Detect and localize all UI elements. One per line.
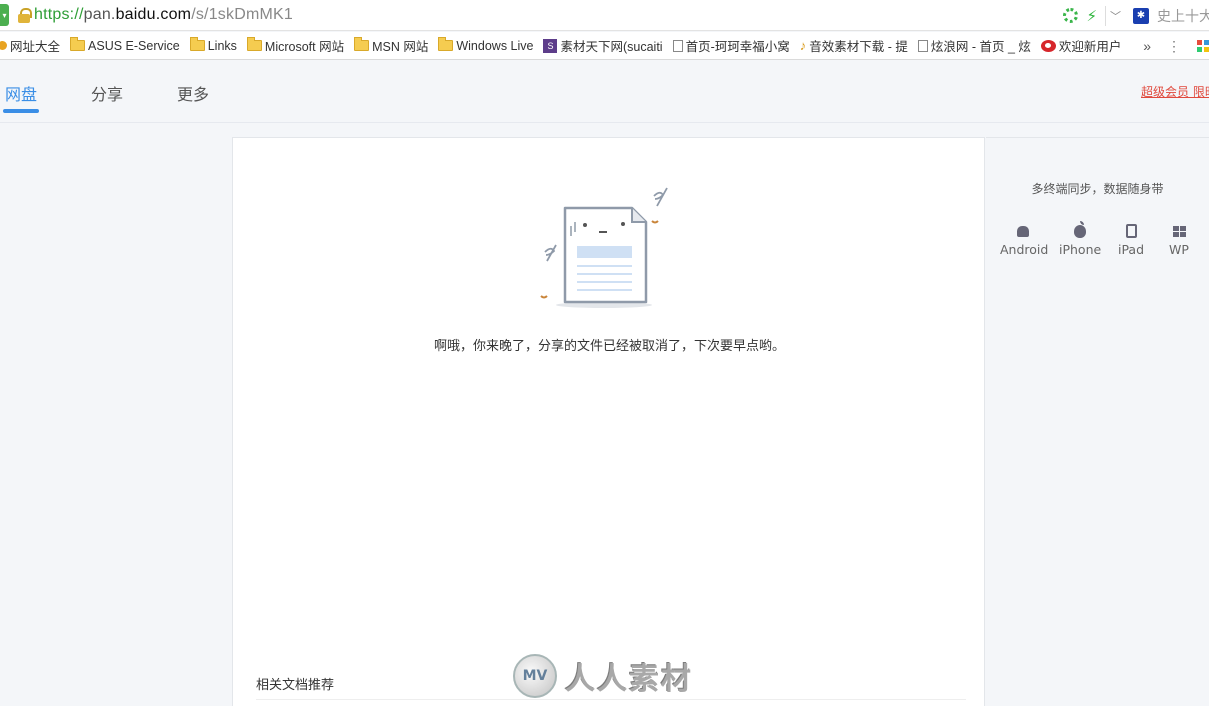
folder-icon	[354, 37, 370, 51]
watermark-logo-icon: MV	[513, 654, 557, 698]
bookmark-label: ASUS E-Service	[88, 38, 180, 53]
url-domain: baidu.com	[115, 6, 192, 23]
url-scheme: https://	[34, 6, 84, 23]
bookmark-folder[interactable]: ASUS E-Service	[70, 32, 180, 59]
url-text[interactable]: https://pan.baidu.com/s/1skDmMK1	[34, 6, 293, 24]
apps-grid-icon[interactable]	[1197, 40, 1209, 52]
bookmarks-overflow: » ⋮	[1137, 32, 1209, 59]
related-docs-heading: 相关文档推荐	[256, 678, 335, 693]
bookmark-label: Microsoft 网站	[264, 40, 345, 54]
bookmark-label: 素材天下网(sucaiti	[560, 40, 663, 54]
share-cancelled-message: 啊哦，你来晚了，分享的文件已经被取消了，下次要早点哟。	[433, 339, 785, 354]
vip-link[interactable]: 超级会员 限时	[1141, 83, 1209, 100]
more-bookmarks-icon[interactable]: »	[1143, 38, 1151, 54]
platform-label: iPad	[1117, 242, 1145, 257]
address-bar[interactable]: ▾ https://pan.baidu.com/s/1skDmMK1 ⚡ ﹀ ✱…	[0, 0, 1209, 31]
bookmark-label: 音效素材下载 - 提	[809, 40, 908, 54]
bookmarks-bar: 网址大全 ASUS E-Service Links Microsoft 网站 M…	[0, 32, 1209, 60]
folder-icon	[189, 37, 205, 51]
folder-icon	[70, 37, 86, 51]
music-icon: ♪	[799, 38, 807, 53]
sync-panel-title: 多终端同步，数据随身带	[1031, 182, 1164, 196]
watermark-text: 人人素材	[565, 662, 693, 697]
bookmark-label: Windows Live	[456, 38, 534, 53]
platform-iphone[interactable]: iPhone	[1059, 220, 1101, 257]
folder-icon	[246, 37, 262, 51]
page-icon	[672, 39, 683, 52]
globe-icon	[0, 41, 7, 50]
tab-share[interactable]: 分享	[91, 81, 123, 105]
platform-label: Android	[1000, 242, 1049, 257]
apple-icon	[1074, 220, 1086, 238]
address-bar-actions: ⚡ ﹀ ✱ 史上十大	[1063, 0, 1209, 31]
security-check-icon[interactable]	[1063, 8, 1079, 23]
tab-netdisk[interactable]: 网盘	[5, 81, 37, 105]
bookmark-folder[interactable]: Microsoft 网站	[246, 32, 345, 59]
site-info-dropdown[interactable]: ▾	[0, 4, 9, 26]
bookmark-label: 欢迎新用户	[1058, 40, 1122, 54]
bookmark-label: 网址大全	[10, 40, 61, 54]
bookmark-folder[interactable]: Links	[189, 32, 237, 59]
weibo-icon	[1040, 39, 1056, 52]
platform-ipad[interactable]: iPad	[1116, 220, 1146, 257]
speed-mode-icon[interactable]: ⚡	[1086, 7, 1097, 25]
sync-panel: 多终端同步，数据随身带 Android iPhone iPad WP	[986, 137, 1209, 706]
bookmark-folder[interactable]: MSN 网站	[354, 32, 429, 59]
divider	[256, 699, 966, 700]
bookmark-item[interactable]: 首页-珂珂幸福小窝	[672, 32, 790, 59]
platform-android[interactable]: Android	[1000, 220, 1049, 257]
active-tab-indicator	[3, 109, 39, 113]
bookmark-folder[interactable]: Windows Live	[438, 32, 534, 59]
expired-file-illustration	[540, 187, 668, 308]
android-icon	[1017, 225, 1029, 237]
windows-icon	[1172, 225, 1186, 237]
bookmark-label: Links	[207, 38, 237, 53]
page-icon	[917, 39, 928, 52]
folder-icon	[438, 37, 454, 51]
bookmark-item[interactable]: S 素材天下网(sucaiti	[543, 32, 663, 59]
site-header: 网盘 分享 更多 超级会员 限时	[0, 61, 1209, 123]
chevron-down-icon[interactable]: ﹀	[1105, 5, 1125, 26]
sucai-site-icon: S	[543, 38, 558, 53]
bookmark-item[interactable]: 炫浪网 - 首页 _ 炫	[917, 32, 1031, 59]
bookmark-item[interactable]: 欢迎新用户	[1040, 32, 1122, 59]
bookmark-item[interactable]: ♪ 音效素材下载 - 提	[799, 32, 908, 59]
bookmark-label: 炫浪网 - 首页 _ 炫	[930, 40, 1031, 54]
share-content-card: 啊哦，你来晚了，分享的文件已经被取消了，下次要早点哟。 相关文档推荐	[232, 137, 985, 706]
search-box[interactable]: 史上十大	[1157, 6, 1209, 26]
bookmark-label: MSN 网站	[372, 40, 429, 54]
watermark: MV 人人素材	[513, 654, 693, 698]
tab-more[interactable]: 更多	[177, 81, 209, 105]
url-subdomain: pan.	[83, 6, 116, 23]
bookmark-label: 首页-珂珂幸福小窝	[685, 40, 790, 54]
url-path: /s/1skDmMK1	[191, 6, 293, 23]
platform-wp[interactable]: WP	[1168, 220, 1190, 257]
bookmark-item[interactable]: 网址大全	[0, 32, 61, 59]
baidu-paw-icon[interactable]: ✱	[1133, 7, 1149, 24]
kebab-menu-icon[interactable]: ⋮	[1167, 38, 1181, 55]
platform-label: iPhone	[1059, 242, 1102, 257]
lock-icon	[18, 7, 32, 23]
platform-label: WP	[1169, 242, 1189, 257]
ipad-icon	[1125, 224, 1137, 238]
